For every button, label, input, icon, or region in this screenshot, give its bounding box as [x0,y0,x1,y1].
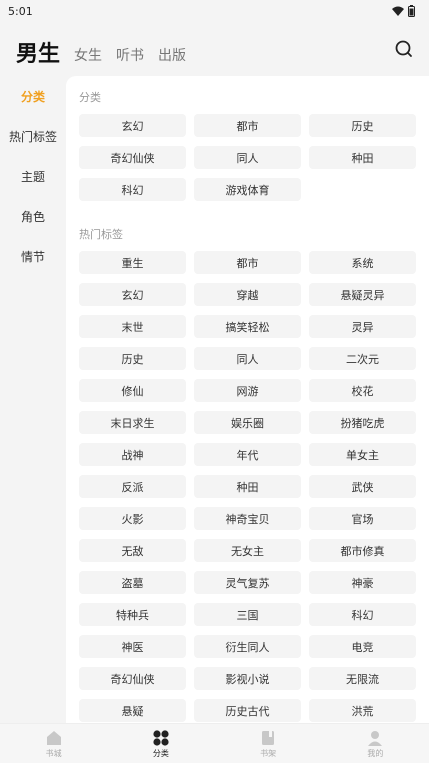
nav-label: 书城 [45,748,62,758]
tag-chip[interactable]: 无限流 [309,667,416,690]
sidebar-item-hot-tags[interactable]: 热门标签 [0,116,66,156]
tag-chip[interactable]: 单女主 [309,443,416,466]
nav-item-bookshelf[interactable]: 书架 [215,724,322,763]
nav-item-category[interactable]: 分类 [107,724,214,763]
tag-chip[interactable]: 末世 [79,315,186,338]
category-sidebar: 分类 热门标签 主题 角色 情节 [0,76,66,276]
tab-audiobook[interactable]: 听书 [116,45,144,65]
tag-chip[interactable]: 悬疑灵异 [309,283,416,306]
tag-chip[interactable]: 都市 [194,251,301,274]
tag-chip[interactable]: 科幻 [309,603,416,626]
tag-chip[interactable]: 影视小说 [194,667,301,690]
tag-chip[interactable]: 同人 [194,146,301,169]
battery-icon [408,5,415,17]
profile-icon [368,730,383,746]
tag-chip[interactable]: 无敌 [79,539,186,562]
tag-chip[interactable]: 灵气复苏 [194,571,301,594]
category-icon [153,729,169,746]
tag-chip[interactable]: 电竞 [309,635,416,658]
tag-chip[interactable]: 种田 [194,475,301,498]
category-tag-grid: 玄幻 都市 历史 奇幻仙侠 同人 种田 科幻 游戏体育 [79,114,417,201]
tag-chip[interactable]: 同人 [194,347,301,370]
section-title: 分类 [79,91,101,104]
tag-chip[interactable]: 二次元 [309,347,416,370]
tag-chip[interactable]: 奇幻仙侠 [79,146,186,169]
status-bar: 5:01 [0,0,429,22]
section-title: 热门标签 [79,228,123,241]
search-icon[interactable] [393,38,415,60]
bookshelf-icon [262,730,275,745]
tag-chip[interactable]: 灵异 [309,315,416,338]
tag-chip[interactable]: 悬疑 [79,699,186,722]
header: 男生 女生 听书 出版 [0,30,429,74]
tag-chip[interactable]: 神医 [79,635,186,658]
tag-chip[interactable]: 奇幻仙侠 [79,667,186,690]
tag-chip[interactable]: 系统 [309,251,416,274]
tag-chip[interactable]: 重生 [79,251,186,274]
sidebar-item-plot[interactable]: 情节 [0,236,66,276]
tag-chip[interactable]: 游戏体育 [194,178,301,201]
tag-chip[interactable]: 修仙 [79,379,186,402]
tab-male[interactable]: 男生 [16,36,60,68]
nav-label: 我的 [367,748,384,758]
tag-chip[interactable]: 娱乐圈 [194,411,301,434]
tag-chip[interactable]: 网游 [194,379,301,402]
tag-chip[interactable]: 武侠 [309,475,416,498]
tag-chip[interactable]: 洪荒 [309,699,416,722]
tag-chip[interactable]: 科幻 [79,178,186,201]
tab-published[interactable]: 出版 [158,45,186,65]
tag-chip[interactable]: 末日求生 [79,411,186,434]
home-icon [46,730,61,745]
tag-chip[interactable]: 神奇宝贝 [194,507,301,530]
tag-chip[interactable]: 无女主 [194,539,301,562]
tag-chip[interactable]: 反派 [79,475,186,498]
sidebar-item-role[interactable]: 角色 [0,196,66,236]
tag-chip[interactable]: 盗墓 [79,571,186,594]
tag-chip[interactable]: 神豪 [309,571,416,594]
tag-chip[interactable]: 官场 [309,507,416,530]
tag-chip[interactable]: 历史 [79,347,186,370]
nav-label: 书架 [260,748,277,758]
tag-chip[interactable]: 火影 [79,507,186,530]
tag-chip[interactable]: 穿越 [194,283,301,306]
tag-chip[interactable]: 种田 [309,146,416,169]
tag-chip[interactable]: 搞笑轻松 [194,315,301,338]
tab-female[interactable]: 女生 [74,45,102,65]
hot-tag-grid: 重生 都市 系统 玄幻 穿越 悬疑灵异 末世 搞笑轻松 灵异 历史 同人 二次元… [79,251,417,722]
tag-chip[interactable]: 扮猪吃虎 [309,411,416,434]
tag-chip[interactable]: 战神 [79,443,186,466]
status-time: 5:01 [8,4,33,18]
tag-chip[interactable]: 玄幻 [79,114,186,137]
tag-chip[interactable]: 历史古代 [194,699,301,722]
nav-item-profile[interactable]: 我的 [322,724,429,763]
tag-content-panel[interactable]: 分类 玄幻 都市 历史 奇幻仙侠 同人 种田 科幻 游戏体育 热门标签 重生 都… [66,76,429,726]
sidebar-item-theme[interactable]: 主题 [0,156,66,196]
wifi-icon [392,6,404,16]
tag-chip[interactable]: 衍生同人 [194,635,301,658]
nav-label: 分类 [152,748,169,758]
tag-chip[interactable]: 玄幻 [79,283,186,306]
tag-chip[interactable]: 年代 [194,443,301,466]
tag-chip[interactable]: 都市修真 [309,539,416,562]
tag-chip[interactable]: 校花 [309,379,416,402]
sidebar-item-category[interactable]: 分类 [0,76,66,116]
tag-chip[interactable]: 特种兵 [79,603,186,626]
nav-item-bookstore[interactable]: 书城 [0,724,107,763]
tag-chip[interactable]: 三国 [194,603,301,626]
bottom-nav: 书城 分类 书架 我的 [0,723,429,763]
tag-chip[interactable]: 历史 [309,114,416,137]
tag-chip[interactable]: 都市 [194,114,301,137]
